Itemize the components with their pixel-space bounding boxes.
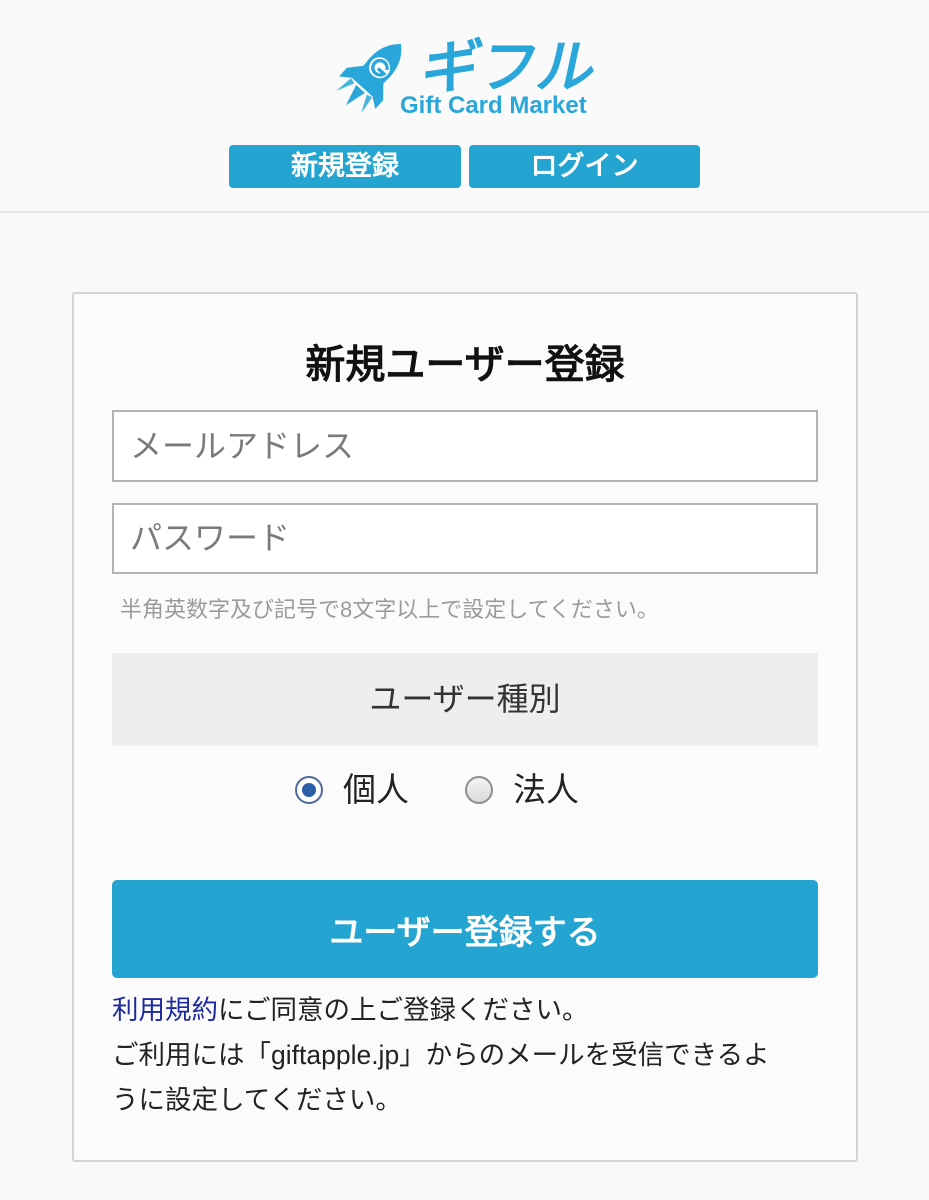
radio-label: 法人 xyxy=(513,771,579,808)
radio-label: 個人 xyxy=(343,771,409,808)
logo-wordmark: ギフル xyxy=(415,35,604,100)
terms-notice: 利用規約にご同意の上ご登録ください。 ご利用には「giftapple.jp」から… xyxy=(112,988,818,1123)
email-notice-line: うに設定してください。 xyxy=(112,1085,402,1115)
user-type-radio-group: 個人 法人 xyxy=(112,765,818,815)
email-field[interactable] xyxy=(112,410,818,482)
terms-of-service-link[interactable]: 利用規約 xyxy=(112,995,218,1025)
header-divider xyxy=(0,211,929,213)
user-type-option-individual[interactable]: 個人 xyxy=(295,765,409,815)
registration-card: 新規ユーザー登録 半角英数字及び記号で8文字以上で設定してください。 ユーザー種… xyxy=(72,292,858,1162)
email-notice-line: ご利用には「giftapple.jp」からのメールを受信できるよ xyxy=(112,1040,770,1070)
register-submit-button[interactable]: ユーザー登録する xyxy=(112,880,818,978)
login-nav-button[interactable]: ログイン xyxy=(469,145,700,188)
register-nav-button[interactable]: 新規登録 xyxy=(229,145,461,188)
terms-agreement-text: にご同意の上ご登録ください。 xyxy=(218,995,589,1025)
page-title: 新規ユーザー登録 xyxy=(305,343,625,387)
radio-button[interactable] xyxy=(465,776,493,804)
user-type-heading: ユーザー種別 xyxy=(112,653,818,746)
site-header: ギフル Gift Card Market 新規登録 ログイン xyxy=(0,0,929,211)
terms-agreement-line: 利用規約にご同意の上ご登録ください。 xyxy=(112,988,818,1033)
logo-tagline: Gift Card Market xyxy=(400,92,587,119)
password-field[interactable] xyxy=(112,503,818,574)
password-hint: 半角英数字及び記号で8文字以上で設定してください。 xyxy=(120,597,659,622)
radio-button[interactable] xyxy=(295,776,323,804)
site-logo[interactable]: ギフル Gift Card Market xyxy=(330,30,604,125)
user-type-option-corporate[interactable]: 法人 xyxy=(465,765,579,815)
